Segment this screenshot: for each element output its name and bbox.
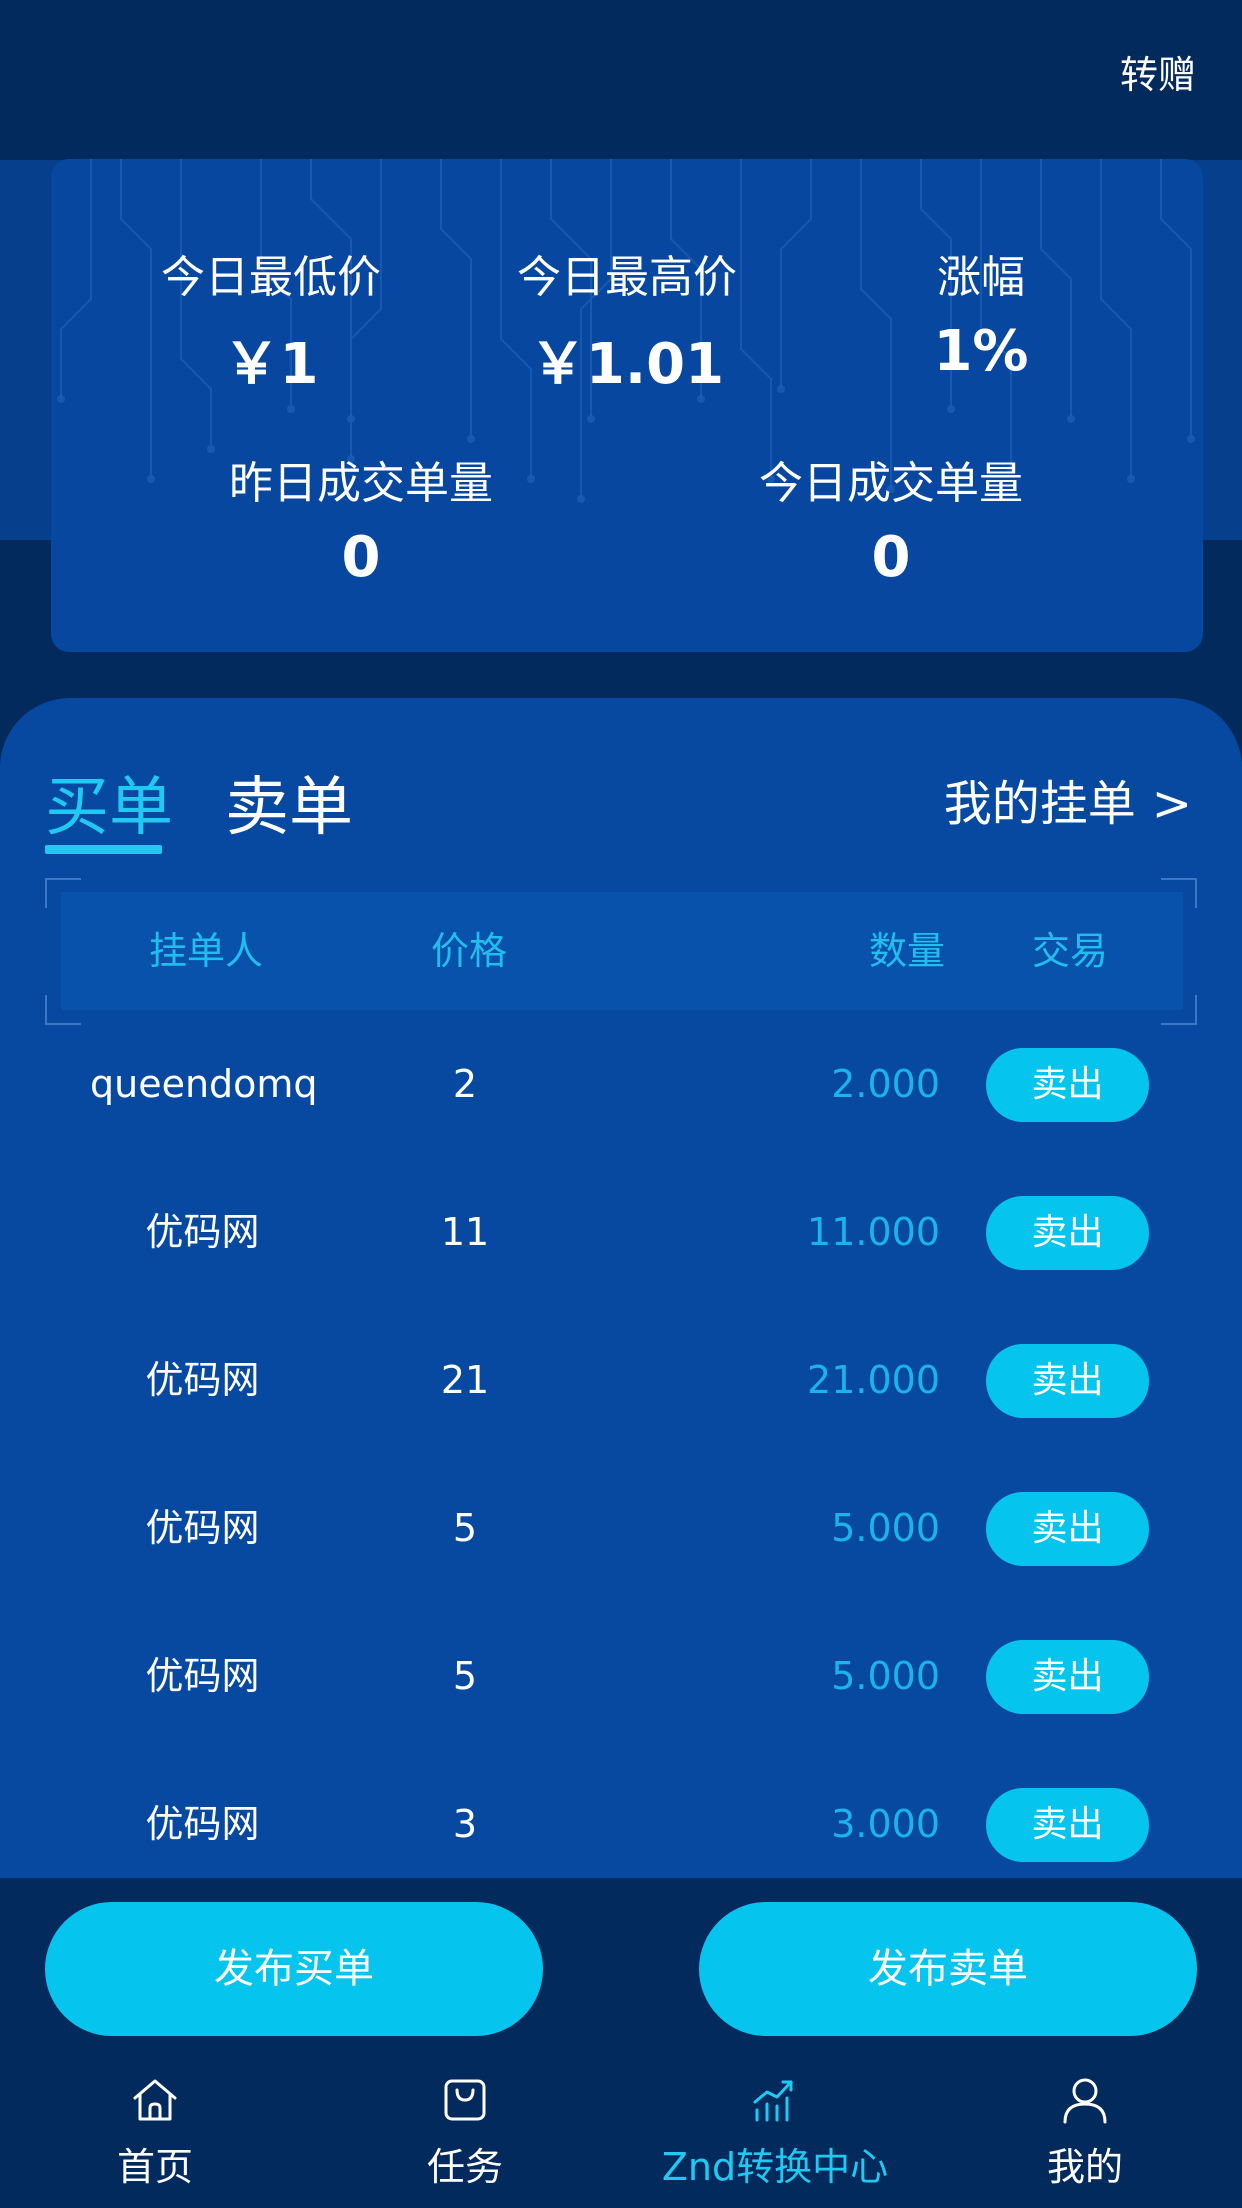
table-row: 优码网 11 11.000 卖出 <box>0 1158 1242 1306</box>
nav-task-label: 任务 <box>426 2145 503 2189</box>
stat-today-low-label: 今日最低价 <box>161 252 381 303</box>
table-header: 挂单人 价格 数量 交易 <box>61 892 1183 1010</box>
transfer-link[interactable]: 转赠 <box>1120 44 1196 99</box>
action-bar: 发布买单 发布卖单 <box>0 1878 1242 2036</box>
row-quantity: 3.000 <box>831 1802 940 1846</box>
stat-today-high-label: 今日最高价 <box>517 252 737 303</box>
user-icon <box>1063 2078 1107 2124</box>
tab-sell-orders[interactable]: 卖单 <box>225 756 353 848</box>
header-user: 挂单人 <box>149 929 264 973</box>
stat-today-volume: 今日成交单量 0 <box>741 447 1041 590</box>
stat-yesterday-volume: 昨日成交单量 0 <box>211 447 511 590</box>
table-row: queendomqc 2 2.000 卖出 <box>0 1010 1242 1158</box>
publish-buy-order-button[interactable]: 发布买单 <box>45 1902 543 2036</box>
table-row: 优码网 5 5.000 卖出 <box>0 1454 1242 1602</box>
sell-button[interactable]: 卖出 <box>986 1492 1149 1566</box>
stat-yesterday-volume-label: 昨日成交单量 <box>229 458 493 509</box>
chart-trend-icon <box>753 2080 793 2122</box>
stat-change-label: 涨幅 <box>937 252 1025 303</box>
row-user: 优码网 <box>145 1210 260 1254</box>
stat-today-high-value: ￥1.01 <box>529 332 725 397</box>
sell-button[interactable]: 卖出 <box>986 1640 1149 1714</box>
header-price: 价格 <box>431 929 508 973</box>
nav-znd-center-label: Znd转换中心 <box>661 2145 889 2189</box>
my-orders-link[interactable]: 我的挂单 > <box>944 764 1192 834</box>
chevron-right-icon: > <box>1151 776 1192 832</box>
stat-today-volume-label: 今日成交单量 <box>759 458 1023 509</box>
row-price: 21 <box>440 1358 490 1402</box>
row-user: 优码网 <box>145 1654 260 1698</box>
row-quantity: 5.000 <box>831 1654 940 1698</box>
stat-change: 涨幅 1% <box>881 241 1081 384</box>
nav-znd-center[interactable]: Znd转换中心 <box>620 2072 930 2191</box>
row-price: 2 <box>452 1062 478 1106</box>
stat-today-low-value: ￥1 <box>223 332 319 397</box>
stat-today-high: 今日最高价 ￥1.01 <box>477 241 777 400</box>
row-price: 11 <box>440 1210 490 1254</box>
row-price: 3 <box>452 1802 478 1846</box>
table-row: 优码网 21 21.000 卖出 <box>0 1306 1242 1454</box>
sell-button[interactable]: 卖出 <box>986 1788 1149 1862</box>
row-price: 5 <box>452 1506 478 1550</box>
sell-button[interactable]: 卖出 <box>986 1048 1149 1122</box>
nav-home[interactable]: 首页 <box>0 2072 310 2191</box>
sell-button[interactable]: 卖出 <box>986 1344 1149 1418</box>
shopping-bag-icon <box>444 2079 486 2121</box>
header-trade: 交易 <box>1032 929 1109 973</box>
active-tab-indicator <box>45 845 162 854</box>
publish-sell-order-button[interactable]: 发布卖单 <box>699 1902 1197 2036</box>
bottom-nav: 首页 任务 Znd转换中心 我的 <box>0 2060 1242 2208</box>
row-user: 优码网 <box>145 1802 260 1846</box>
row-user: 优码网 <box>145 1506 260 1550</box>
nav-mine-label: 我的 <box>1046 2145 1123 2189</box>
row-quantity: 11.000 <box>807 1210 940 1254</box>
stat-change-value: 1% <box>933 319 1029 384</box>
row-user: queendomqc <box>90 1062 315 1106</box>
row-quantity: 5.000 <box>831 1506 940 1550</box>
stat-today-low: 今日最低价 ￥1 <box>121 241 421 400</box>
row-quantity: 2.000 <box>831 1062 940 1106</box>
nav-mine[interactable]: 我的 <box>930 2072 1240 2191</box>
table-row: 优码网 3 3.000 卖出 <box>0 1750 1242 1898</box>
sell-button[interactable]: 卖出 <box>986 1196 1149 1270</box>
stat-yesterday-volume-value: 0 <box>341 525 381 590</box>
my-orders-label: 我的挂单 <box>943 776 1136 832</box>
header-quantity: 数量 <box>869 929 946 973</box>
page: 转赠 今日最低价 ￥1 今日最高价 ￥1.01 涨幅 1% 昨日成交单量 0 今… <box>0 0 1242 2208</box>
market-panel: 买单 卖单 我的挂单 > 挂单人 价格 数量 交易 queendomqc 2 2.… <box>0 698 1242 1878</box>
home-icon <box>133 2079 177 2121</box>
tab-buy-orders[interactable]: 买单 <box>45 756 173 848</box>
row-quantity: 21.000 <box>807 1358 940 1402</box>
stats-card: 今日最低价 ￥1 今日最高价 ￥1.01 涨幅 1% 昨日成交单量 0 今日成交… <box>51 159 1203 652</box>
stat-today-volume-value: 0 <box>871 525 911 590</box>
row-user: 优码网 <box>145 1358 260 1402</box>
row-price: 5 <box>452 1654 478 1698</box>
table-row: 优码网 5 5.000 卖出 <box>0 1602 1242 1750</box>
nav-task[interactable]: 任务 <box>310 2072 620 2191</box>
nav-home-label: 首页 <box>116 2145 193 2189</box>
